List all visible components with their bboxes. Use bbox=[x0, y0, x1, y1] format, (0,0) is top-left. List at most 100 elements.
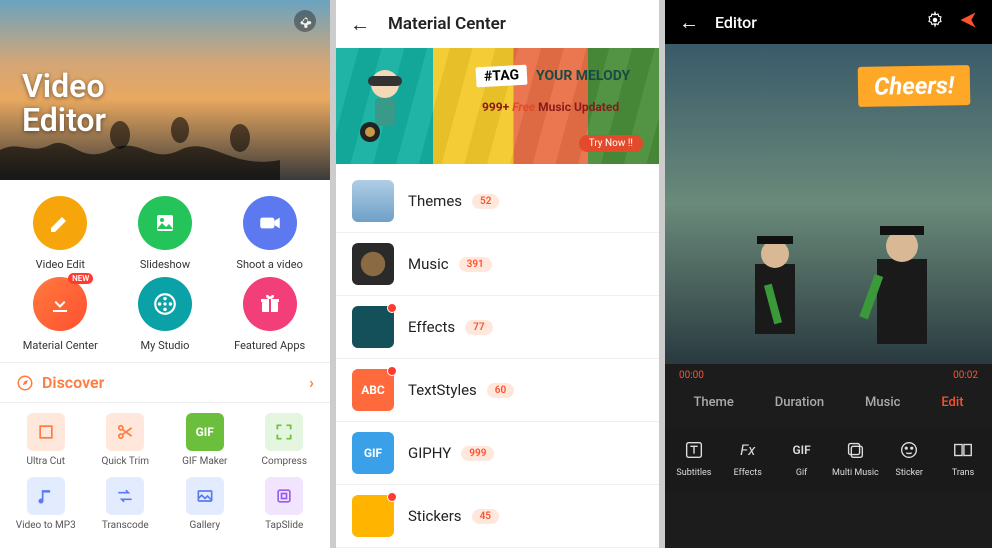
pencil-icon bbox=[48, 211, 72, 235]
label: GIF Maker bbox=[182, 456, 227, 467]
try-now-button[interactable]: Try Now !! bbox=[579, 135, 643, 152]
hero-banner: Video Editor bbox=[0, 0, 330, 180]
row-count: 391 bbox=[459, 257, 492, 272]
editor-screen: ← Editor Cheers! 00:00 00:02 Theme Durat… bbox=[665, 0, 992, 548]
ultra-cut-button[interactable]: Ultra Cut bbox=[6, 413, 86, 467]
graduate-figure-1 bbox=[735, 224, 815, 344]
compress-button[interactable]: Compress bbox=[245, 413, 325, 467]
music-row[interactable]: Music 391 bbox=[336, 233, 659, 296]
row-label: GIPHY bbox=[408, 444, 451, 462]
screen-title: Editor bbox=[715, 13, 757, 32]
label: Slideshow bbox=[140, 258, 190, 271]
shoot-video-button[interactable]: Shoot a video bbox=[217, 196, 322, 271]
stickers-row[interactable]: Stickers45 bbox=[336, 485, 659, 548]
settings-button[interactable] bbox=[294, 10, 316, 32]
subtitles-tool[interactable]: Subtitles bbox=[667, 438, 721, 478]
material-center-button[interactable]: NEW Material Center bbox=[8, 277, 113, 352]
label: Gif bbox=[796, 468, 807, 478]
row-label: Music bbox=[408, 255, 449, 273]
tapslide-icon bbox=[274, 486, 294, 506]
scissors-icon bbox=[115, 422, 135, 442]
label: Transcode bbox=[102, 520, 149, 531]
transcode-button[interactable]: Transcode bbox=[86, 477, 166, 531]
row-count: 52 bbox=[472, 194, 499, 209]
material-list: Themes52 Music 391 Effects77 ABCTextStyle… bbox=[336, 170, 659, 548]
gif-icon: GIF bbox=[790, 438, 814, 462]
download-icon bbox=[48, 292, 72, 316]
quick-trim-button[interactable]: Quick Trim bbox=[86, 413, 166, 467]
label: Sticker bbox=[895, 468, 922, 478]
label: Material Center bbox=[23, 339, 98, 352]
discover-row[interactable]: Discover › bbox=[0, 362, 330, 403]
timeline[interactable]: 00:00 00:02 bbox=[665, 364, 992, 381]
export-button[interactable] bbox=[958, 10, 978, 34]
new-dot bbox=[387, 492, 397, 502]
tab-theme[interactable]: Theme bbox=[693, 395, 733, 410]
effects-tool[interactable]: FxEffects bbox=[721, 438, 775, 478]
gif-badge: GIF bbox=[186, 413, 224, 451]
new-dot bbox=[387, 303, 397, 313]
promo-banner[interactable]: #TAG YOUR MELODY 999+ Free Music Updated… bbox=[336, 48, 659, 164]
settings-button[interactable] bbox=[926, 11, 944, 33]
video-to-mp3-button[interactable]: Video to MP3 bbox=[6, 477, 86, 531]
time-end: 00:02 bbox=[953, 370, 978, 381]
tab-music[interactable]: Music bbox=[865, 395, 900, 410]
back-button[interactable]: ← bbox=[679, 10, 699, 35]
dj-character-icon bbox=[350, 62, 420, 142]
label: Compress bbox=[261, 456, 307, 467]
video-preview[interactable]: Cheers! bbox=[665, 44, 992, 364]
gallery-button[interactable]: Gallery bbox=[165, 477, 245, 531]
row-count: 999 bbox=[461, 446, 494, 461]
gift-icon bbox=[258, 292, 282, 316]
material-center-screen: ← Material Center #TAG YOUR MELODY 999+ … bbox=[336, 0, 659, 548]
label: Ultra Cut bbox=[26, 456, 65, 467]
row-count: 45 bbox=[472, 509, 499, 524]
crop-icon bbox=[36, 422, 56, 442]
fx-icon: Fx bbox=[736, 438, 760, 462]
gear-icon bbox=[926, 11, 944, 29]
title-line1: Video bbox=[22, 70, 106, 104]
effects-row[interactable]: Effects77 bbox=[336, 296, 659, 359]
video-edit-button[interactable]: Video Edit bbox=[8, 196, 113, 271]
back-button[interactable]: ← bbox=[350, 12, 370, 37]
graduate-figure-2 bbox=[852, 214, 952, 354]
gif-tool[interactable]: GIF Gif bbox=[775, 438, 829, 478]
textstyles-row[interactable]: ABCTextStyles60 bbox=[336, 359, 659, 422]
editor-titlebar: ← Editor bbox=[665, 0, 992, 44]
editor-tabs: Theme Duration Music Edit bbox=[665, 381, 992, 428]
new-dot bbox=[387, 366, 397, 376]
label: TapSlide bbox=[265, 520, 303, 531]
featured-apps-button[interactable]: Featured Apps bbox=[217, 277, 322, 352]
multi-music-tool[interactable]: Multi Music bbox=[828, 438, 882, 478]
label: My Studio bbox=[141, 339, 190, 352]
reel-icon bbox=[152, 291, 178, 317]
slideshow-button[interactable]: Slideshow bbox=[113, 196, 218, 271]
tab-duration[interactable]: Duration bbox=[775, 395, 824, 410]
transcode-icon bbox=[115, 486, 135, 506]
sticker-icon bbox=[898, 439, 920, 461]
textstyles-thumb: ABC bbox=[352, 369, 394, 411]
compass-icon bbox=[16, 374, 34, 392]
main-actions-grid: Video Edit Slideshow Shoot a video NEW M… bbox=[0, 180, 330, 362]
giphy-row[interactable]: GIFGIPHY999 bbox=[336, 422, 659, 485]
music-thumb bbox=[352, 243, 394, 285]
send-icon bbox=[958, 10, 978, 30]
new-badge: NEW bbox=[68, 273, 93, 284]
label: Gallery bbox=[189, 520, 220, 531]
discover-label: Discover bbox=[42, 373, 104, 392]
gif-maker-button[interactable]: GIF GIF Maker bbox=[165, 413, 245, 467]
tapslide-button[interactable]: TapSlide bbox=[245, 477, 325, 531]
themes-row[interactable]: Themes52 bbox=[336, 170, 659, 233]
label: Shoot a video bbox=[236, 258, 303, 271]
music-note-icon bbox=[36, 486, 56, 506]
image-icon bbox=[153, 211, 177, 235]
tab-edit[interactable]: Edit bbox=[941, 395, 963, 410]
transition-tool[interactable]: Trans bbox=[936, 438, 990, 478]
row-count: 77 bbox=[465, 320, 492, 335]
my-studio-button[interactable]: My Studio bbox=[113, 277, 218, 352]
label: Trans bbox=[952, 468, 974, 478]
edit-toolbar: Subtitles FxEffects GIF Gif Multi Music S… bbox=[665, 428, 992, 492]
sticker-tool[interactable]: Sticker bbox=[882, 438, 936, 478]
label: Quick Trim bbox=[101, 456, 149, 467]
label: Multi Music bbox=[832, 468, 879, 478]
